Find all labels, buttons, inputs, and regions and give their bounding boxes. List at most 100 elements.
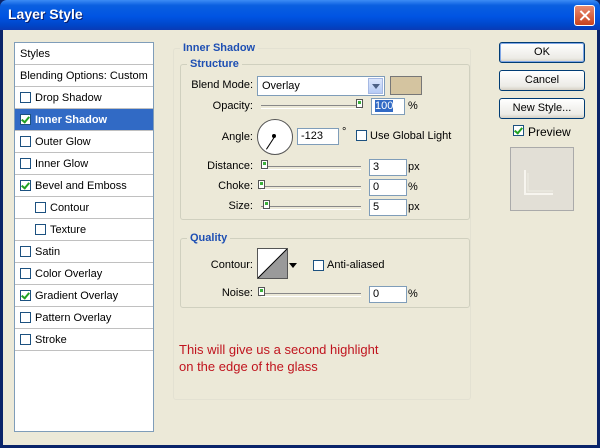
opacity-slider-thumb[interactable] xyxy=(356,99,363,108)
size-slider[interactable] xyxy=(261,206,361,210)
dialog-body: Styles Blending Options: Custom Drop Sha… xyxy=(3,30,597,445)
inner-glow-checkbox[interactable] xyxy=(20,158,31,169)
title-bar: Layer Style xyxy=(0,0,600,30)
size-slider-thumb[interactable] xyxy=(263,200,270,209)
styles-header-label: Styles xyxy=(20,48,50,60)
blending-options-label: Blending Options: Custom xyxy=(20,70,148,82)
outer-glow-checkbox[interactable] xyxy=(20,136,31,147)
styles-header[interactable]: Styles xyxy=(15,43,153,65)
use-global-light-checkbox[interactable] xyxy=(356,130,367,141)
degree-unit: ° xyxy=(342,126,347,138)
satin-checkbox[interactable] xyxy=(20,246,31,257)
bevel-and-emboss-label: Bevel and Emboss xyxy=(35,180,127,192)
blend-mode-label: Blend Mode: xyxy=(191,79,253,91)
style-item-bevel-and-emboss[interactable]: Bevel and Emboss xyxy=(15,175,153,197)
use-global-light-label: Use Global Light xyxy=(370,130,452,142)
choke-slider-thumb[interactable] xyxy=(258,180,265,189)
preview-swatch-graphic xyxy=(511,148,573,210)
opacity-slider[interactable] xyxy=(261,105,361,109)
pattern-overlay-label: Pattern Overlay xyxy=(35,312,112,324)
layer-style-dialog: Layer Style Styles Blending Options: Cus… xyxy=(0,0,600,448)
styles-list: Styles Blending Options: Custom Drop Sha… xyxy=(14,42,154,432)
style-item-gradient-overlay[interactable]: Gradient Overlay xyxy=(15,285,153,307)
contour-linear-icon xyxy=(257,248,288,279)
color-overlay-label: Color Overlay xyxy=(35,268,103,280)
angle-needle xyxy=(265,136,275,150)
annotation-text: This will give us a second highlight on … xyxy=(179,341,378,375)
ok-button[interactable]: OK xyxy=(499,42,585,63)
opacity-label: Opacity: xyxy=(212,100,253,112)
anti-aliased-checkbox[interactable] xyxy=(313,260,324,271)
opacity-unit: % xyxy=(408,100,418,112)
annotation-line-1: This will give us a second highlight xyxy=(179,342,379,357)
anti-aliased-label: Anti-aliased xyxy=(327,259,385,271)
noise-slider[interactable] xyxy=(261,293,361,297)
outer-glow-label: Outer Glow xyxy=(35,136,91,148)
size-input[interactable]: 5 xyxy=(369,199,407,216)
style-item-color-overlay[interactable]: Color Overlay xyxy=(15,263,153,285)
distance-unit: px xyxy=(408,161,420,173)
preview-label: Preview xyxy=(528,125,571,139)
bevel-and-emboss-checkbox[interactable] xyxy=(20,180,31,191)
style-item-inner-shadow[interactable]: Inner Shadow xyxy=(15,109,153,131)
choke-label: Choke: xyxy=(218,180,253,192)
contour-dropdown-icon[interactable] xyxy=(289,263,297,268)
style-preview-thumbnail xyxy=(510,147,574,211)
window-title: Layer Style xyxy=(8,6,83,22)
style-item-drop-shadow[interactable]: Drop Shadow xyxy=(15,87,153,109)
style-item-satin[interactable]: Satin xyxy=(15,241,153,263)
stroke-checkbox[interactable] xyxy=(20,334,31,345)
contour-picker[interactable] xyxy=(257,248,288,279)
contour-checkbox[interactable] xyxy=(35,202,46,213)
blend-mode-value: Overlay xyxy=(262,80,300,92)
blending-options-item[interactable]: Blending Options: Custom xyxy=(15,65,153,87)
satin-label: Satin xyxy=(35,246,61,258)
gradient-overlay-checkbox[interactable] xyxy=(20,290,31,301)
choke-unit: % xyxy=(408,181,418,193)
pattern-overlay-checkbox[interactable] xyxy=(20,312,31,323)
gradient-overlay-label: Gradient Overlay xyxy=(35,290,119,302)
style-item-outer-glow[interactable]: Outer Glow xyxy=(15,131,153,153)
noise-label: Noise: xyxy=(221,287,253,299)
color-overlay-checkbox[interactable] xyxy=(20,268,31,279)
stroke-label: Stroke xyxy=(35,334,67,346)
noise-input[interactable]: 0 xyxy=(369,286,407,303)
distance-slider-thumb[interactable] xyxy=(261,160,268,169)
texture-checkbox[interactable] xyxy=(35,224,46,235)
structure-title: Structure xyxy=(187,58,242,70)
style-item-texture[interactable]: Texture xyxy=(15,219,153,241)
cancel-button[interactable]: Cancel xyxy=(499,70,585,91)
choke-input[interactable]: 0 xyxy=(369,179,407,196)
noise-unit: % xyxy=(408,288,418,300)
close-icon[interactable] xyxy=(574,5,595,26)
new-style-button[interactable]: New Style... xyxy=(499,98,585,119)
quality-title: Quality xyxy=(187,232,231,244)
distance-slider[interactable] xyxy=(261,166,361,170)
angle-dial[interactable] xyxy=(257,119,293,155)
inner-shadow-checkbox[interactable] xyxy=(20,114,31,125)
contour-label: Contour: xyxy=(210,259,253,271)
style-item-contour[interactable]: Contour xyxy=(15,197,153,219)
distance-label: Distance: xyxy=(207,160,253,172)
angle-label: Angle: xyxy=(221,131,253,143)
drop-shadow-label: Drop Shadow xyxy=(35,92,102,104)
noise-slider-thumb[interactable] xyxy=(258,287,265,296)
size-unit: px xyxy=(408,201,420,213)
choke-slider[interactable] xyxy=(261,186,361,190)
shadow-color-swatch[interactable] xyxy=(390,76,422,95)
contour-label: Contour xyxy=(50,202,90,214)
angle-input[interactable]: -123 xyxy=(297,128,339,145)
style-item-inner-glow[interactable]: Inner Glow xyxy=(15,153,153,175)
chevron-down-icon[interactable] xyxy=(368,78,383,94)
distance-input[interactable]: 3 xyxy=(369,159,407,176)
texture-label: Texture xyxy=(50,224,87,236)
drop-shadow-checkbox[interactable] xyxy=(20,92,31,103)
preview-checkbox[interactable] xyxy=(513,125,524,136)
inner-glow-label: Inner Glow xyxy=(35,158,89,170)
opacity-input[interactable]: 100 xyxy=(371,98,405,115)
annotation-line-2: on the edge of the glass xyxy=(179,359,318,374)
blend-mode-select[interactable]: Overlay xyxy=(257,76,385,96)
style-item-pattern-overlay[interactable]: Pattern Overlay xyxy=(15,307,153,329)
style-item-stroke[interactable]: Stroke xyxy=(15,329,153,351)
inner-shadow-title: Inner Shadow xyxy=(180,42,259,54)
